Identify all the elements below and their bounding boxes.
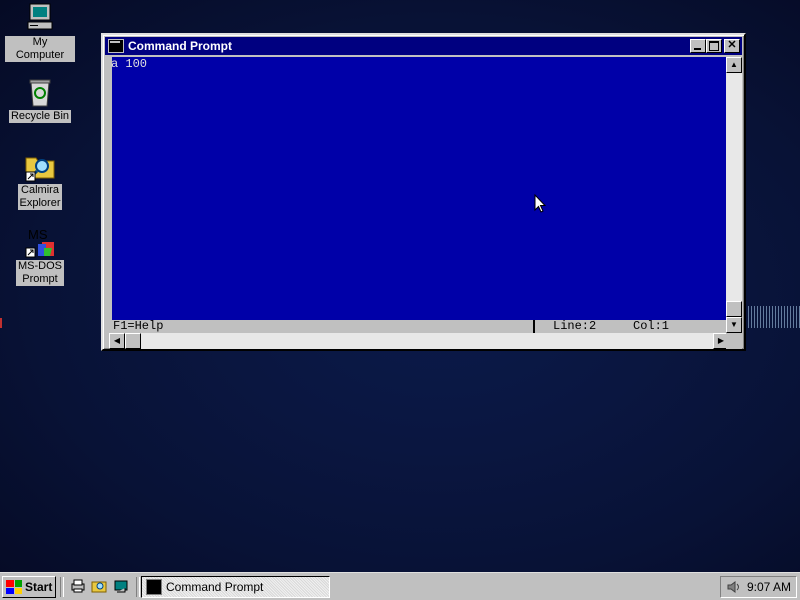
msdos-prompt-icon: MS bbox=[24, 226, 56, 258]
clock[interactable]: 9:07 AM bbox=[747, 580, 791, 594]
desktop-icon-my-computer[interactable]: My Computer bbox=[5, 2, 75, 62]
start-button[interactable]: Start bbox=[2, 576, 56, 598]
horizontal-scroll-thumb[interactable] bbox=[125, 333, 141, 349]
scrollbar-corner bbox=[726, 333, 742, 349]
command-prompt-window[interactable]: Command Prompt ✕ a 100 F1=Help Line:2 Co… bbox=[101, 33, 746, 351]
close-icon: ✕ bbox=[727, 39, 737, 51]
maximize-button[interactable] bbox=[706, 39, 722, 53]
command-prompt-icon[interactable] bbox=[108, 39, 124, 53]
scroll-up-button[interactable]: ▲ bbox=[726, 57, 742, 73]
quicklaunch-explorer-icon[interactable] bbox=[91, 578, 107, 594]
my-computer-icon bbox=[24, 2, 56, 34]
screen-artifact bbox=[748, 306, 800, 328]
scroll-down-button[interactable]: ▼ bbox=[726, 317, 742, 333]
msdos-prompt-label: MS-DOS Prompt bbox=[16, 260, 64, 286]
minimize-icon bbox=[694, 48, 701, 50]
my-computer-label: My Computer bbox=[5, 36, 75, 62]
quicklaunch-desktop-icon[interactable] bbox=[113, 578, 129, 594]
console-text: a 100 bbox=[111, 57, 148, 71]
windows-flag-icon bbox=[6, 580, 22, 594]
svg-text:MS: MS bbox=[28, 227, 48, 242]
desktop-icon-msdos-prompt[interactable]: MS MS-DOS Prompt bbox=[5, 226, 75, 286]
taskbar-divider-2 bbox=[136, 577, 140, 597]
taskbar-button-label: Command Prompt bbox=[166, 580, 264, 594]
quicklaunch-printer-icon[interactable] bbox=[70, 578, 86, 594]
status-help: F1=Help bbox=[113, 319, 164, 333]
maximize-icon bbox=[709, 41, 719, 51]
taskbar-divider bbox=[60, 577, 64, 597]
taskbar: Start Command Prompt 9:07 AM bbox=[0, 572, 800, 600]
desktop-icon-recycle-bin[interactable]: Recycle Bin bbox=[5, 76, 75, 123]
recycle-bin-label: Recycle Bin bbox=[8, 110, 72, 123]
mouse-cursor-icon bbox=[534, 194, 546, 213]
vertical-scrollbar[interactable]: ▲ ▼ bbox=[726, 57, 742, 333]
window-controls: ✕ bbox=[690, 39, 740, 53]
speaker-icon[interactable] bbox=[727, 581, 741, 593]
status-line: Line:2 bbox=[553, 319, 597, 333]
editor-status-bar: F1=Help Line:2 Col:1 bbox=[109, 320, 729, 333]
start-label: Start bbox=[25, 580, 53, 594]
taskbar-button-command-prompt[interactable]: Command Prompt bbox=[141, 576, 330, 598]
minimize-button[interactable] bbox=[690, 39, 706, 53]
close-button[interactable]: ✕ bbox=[724, 39, 740, 53]
window-title-bar[interactable]: Command Prompt ✕ bbox=[105, 37, 742, 55]
window-title: Command Prompt bbox=[128, 39, 233, 53]
screen-artifact-left bbox=[0, 318, 2, 328]
system-tray: 9:07 AM bbox=[720, 576, 797, 598]
recycle-bin-icon bbox=[24, 76, 56, 108]
console-area[interactable] bbox=[109, 57, 732, 333]
vertical-scroll-thumb[interactable] bbox=[726, 301, 742, 317]
desktop-icon-calmira-explorer[interactable]: Calmira Explorer bbox=[5, 150, 75, 210]
command-prompt-task-icon bbox=[146, 579, 162, 595]
calmira-explorer-icon bbox=[24, 150, 56, 182]
horizontal-scrollbar[interactable]: ◀ ▶ bbox=[109, 333, 729, 349]
scroll-left-button[interactable]: ◀ bbox=[109, 333, 125, 349]
status-divider bbox=[533, 320, 535, 333]
status-column: Col:1 bbox=[633, 319, 670, 333]
calmira-explorer-label: Calmira Explorer bbox=[17, 184, 63, 210]
